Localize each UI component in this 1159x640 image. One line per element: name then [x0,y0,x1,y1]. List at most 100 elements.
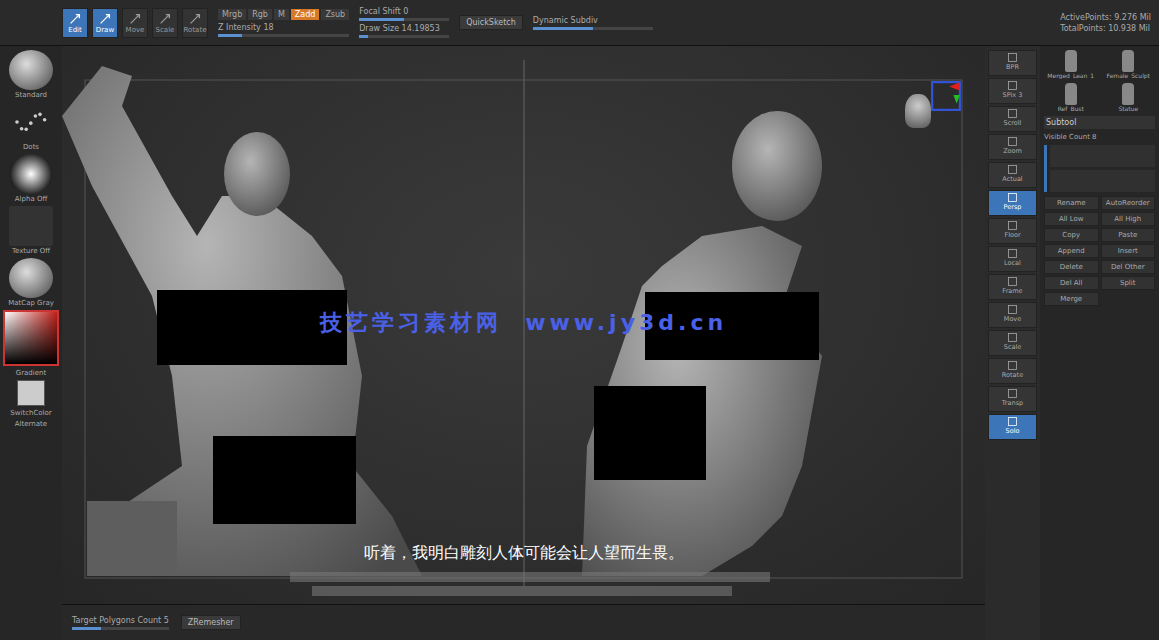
subtool-button[interactable]: Del All [1044,276,1099,290]
alternate-label[interactable]: Alternate [15,420,47,428]
tool-thumb[interactable]: Female_Sculpt [1102,50,1156,79]
texture-icon [9,206,53,246]
slider-group: Focal Shift 0 Draw Size 14.19853 [359,7,449,38]
subtool-item[interactable] [1050,170,1155,192]
tool-thumb[interactable]: Statue [1102,83,1156,112]
zbrush-window: Edit Draw Move Scale Rotate MrgbRgbMZadd… [0,0,1159,640]
subtool-buttons: RenameAutoReorderAll LowAll HighCopyPast… [1044,196,1155,306]
shelf-button[interactable]: Persp [988,190,1037,216]
subdiv-slider[interactable]: Dynamic Subdiv [533,16,653,30]
left-item[interactable]: MatCap Gray [8,258,54,307]
mode-button[interactable]: Zsub [321,9,349,20]
mode-group: MrgbRgbMZaddZsub Z Intensity 18 [218,9,349,37]
subtool-button[interactable]: Delete [1044,260,1099,274]
shelf-icon [1007,388,1018,399]
mode-button[interactable]: Rgb [248,9,272,20]
left-item[interactable]: Standard [9,50,53,99]
shelf-icon [1007,360,1018,371]
shelf-button[interactable]: Floor [988,218,1037,244]
shelf-icon [1007,416,1018,427]
shelf-button[interactable]: Frame [988,274,1037,300]
subtool-button[interactable]: AutoReorder [1101,196,1156,210]
shelf-button[interactable]: Move [988,302,1037,328]
mode-button[interactable]: M [274,9,289,20]
tool-thumb[interactable]: Ref_Bust [1044,83,1098,112]
tool-button[interactable]: Scale [152,8,178,38]
subtool-button[interactable]: All Low [1044,212,1099,226]
shelf-button[interactable]: Local [988,246,1037,272]
tool-thumb[interactable]: Merged_Lean_1 [1044,50,1098,79]
shelf-icon [1007,164,1018,175]
target-slider[interactable]: Target Polygons Count 5 [72,616,169,630]
color-picker[interactable] [3,310,59,366]
subtitle: 听着，我明白雕刻人体可能会让人望而生畏。 [62,543,985,564]
shelf-button[interactable]: Actual [988,162,1037,188]
left-item[interactable]: Alpha Off [9,154,53,203]
tool-button[interactable]: Rotate [182,8,208,38]
figure-icon [1122,83,1134,105]
brush-icon [9,50,53,90]
shelf-button[interactable]: SPix 3 [988,78,1037,104]
tool-button[interactable]: Draw [92,8,118,38]
mode-button[interactable]: Zadd [291,9,320,20]
shelf-icon [1007,248,1018,259]
subtool-button[interactable]: Split [1101,276,1156,290]
subtool-item[interactable] [1050,145,1155,167]
subtool-button[interactable]: Rename [1044,196,1099,210]
right-panel: Merged_Lean_1 Female_Sculpt Ref_Bust Sta… [1040,46,1159,640]
shelf-icon [1007,108,1018,119]
shelf-button[interactable]: Transp [988,386,1037,412]
alpha-icon [9,154,53,194]
switch-label[interactable]: SwitchColor [10,409,51,417]
shelf-button[interactable]: Zoom [988,134,1037,160]
mode-button[interactable]: Mrgb [218,9,246,20]
figure-icon [1065,83,1077,105]
subtool-header[interactable]: Subtool [1044,116,1155,129]
female-sculpture [582,111,822,576]
blurred-caption [290,572,770,596]
intensity-slider[interactable]: Z Intensity 18 [218,23,349,37]
shelf-button[interactable]: Scroll [988,106,1037,132]
brush-slider[interactable]: Draw Size 14.19853 [359,24,449,38]
shelf-button[interactable]: Scale [988,330,1037,356]
tool-group: Edit Draw Move Scale Rotate [62,8,208,38]
zremesher-button[interactable]: ZRemesher [181,615,241,630]
secondary-color[interactable] [17,380,45,406]
shelf-button[interactable]: BPR [988,50,1037,76]
axis-gizmo-icon[interactable] [930,80,962,112]
figure-icon [1122,50,1134,72]
shelf-icon [1007,136,1018,147]
viewport[interactable]: 技艺学习素材网 www.jy3d.cn 听着，我明白雕刻人体可能会让人望而生畏。 [62,46,985,604]
subtool-button[interactable]: Del Other [1101,260,1156,274]
shelf-icon [1007,220,1018,231]
bottom-bar: Target Polygons Count 5 ZRemesher [62,604,985,640]
top-bar: Edit Draw Move Scale Rotate MrgbRgbMZadd… [0,0,1159,46]
visible-count: Visible Count 8 [1044,133,1155,141]
left-item[interactable]: Texture Off [9,206,53,255]
shelf-button[interactable]: Rotate [988,358,1037,384]
dots-icon [9,102,53,142]
subtool-button[interactable]: All High [1101,212,1156,226]
tool-button[interactable]: Move [122,8,148,38]
subtool-button[interactable]: Insert [1101,244,1156,258]
right-shelf: BPR SPix 3 Scroll Zoom Actual Persp Floo… [985,46,1040,640]
shelf-icon [1007,276,1018,287]
left-item[interactable]: Dots [9,102,53,151]
shelf-icon [1007,80,1018,91]
shelf-icon [1007,304,1018,315]
quicksketch-button[interactable]: QuickSketch [459,15,523,30]
tool-button[interactable]: Edit [62,8,88,38]
subtool-button[interactable]: Paste [1101,228,1156,242]
brush-slider[interactable]: Focal Shift 0 [359,7,449,21]
tool-icon [68,12,82,26]
subtool-button[interactable]: Copy [1044,228,1099,242]
shelf-button[interactable]: Solo [988,414,1037,440]
shelf-icon [1007,52,1018,63]
subtool-button[interactable]: Append [1044,244,1099,258]
watermark: 技艺学习素材网 www.jy3d.cn [62,308,985,338]
stat: ActivePoints: 9.276 Mil [1060,13,1151,22]
tool-icon [128,12,142,26]
tool-thumbnails: Merged_Lean_1 Female_Sculpt Ref_Bust Sta… [1044,50,1155,112]
subtool-button[interactable]: Merge [1044,292,1099,306]
gradient-label: Gradient [16,369,46,377]
